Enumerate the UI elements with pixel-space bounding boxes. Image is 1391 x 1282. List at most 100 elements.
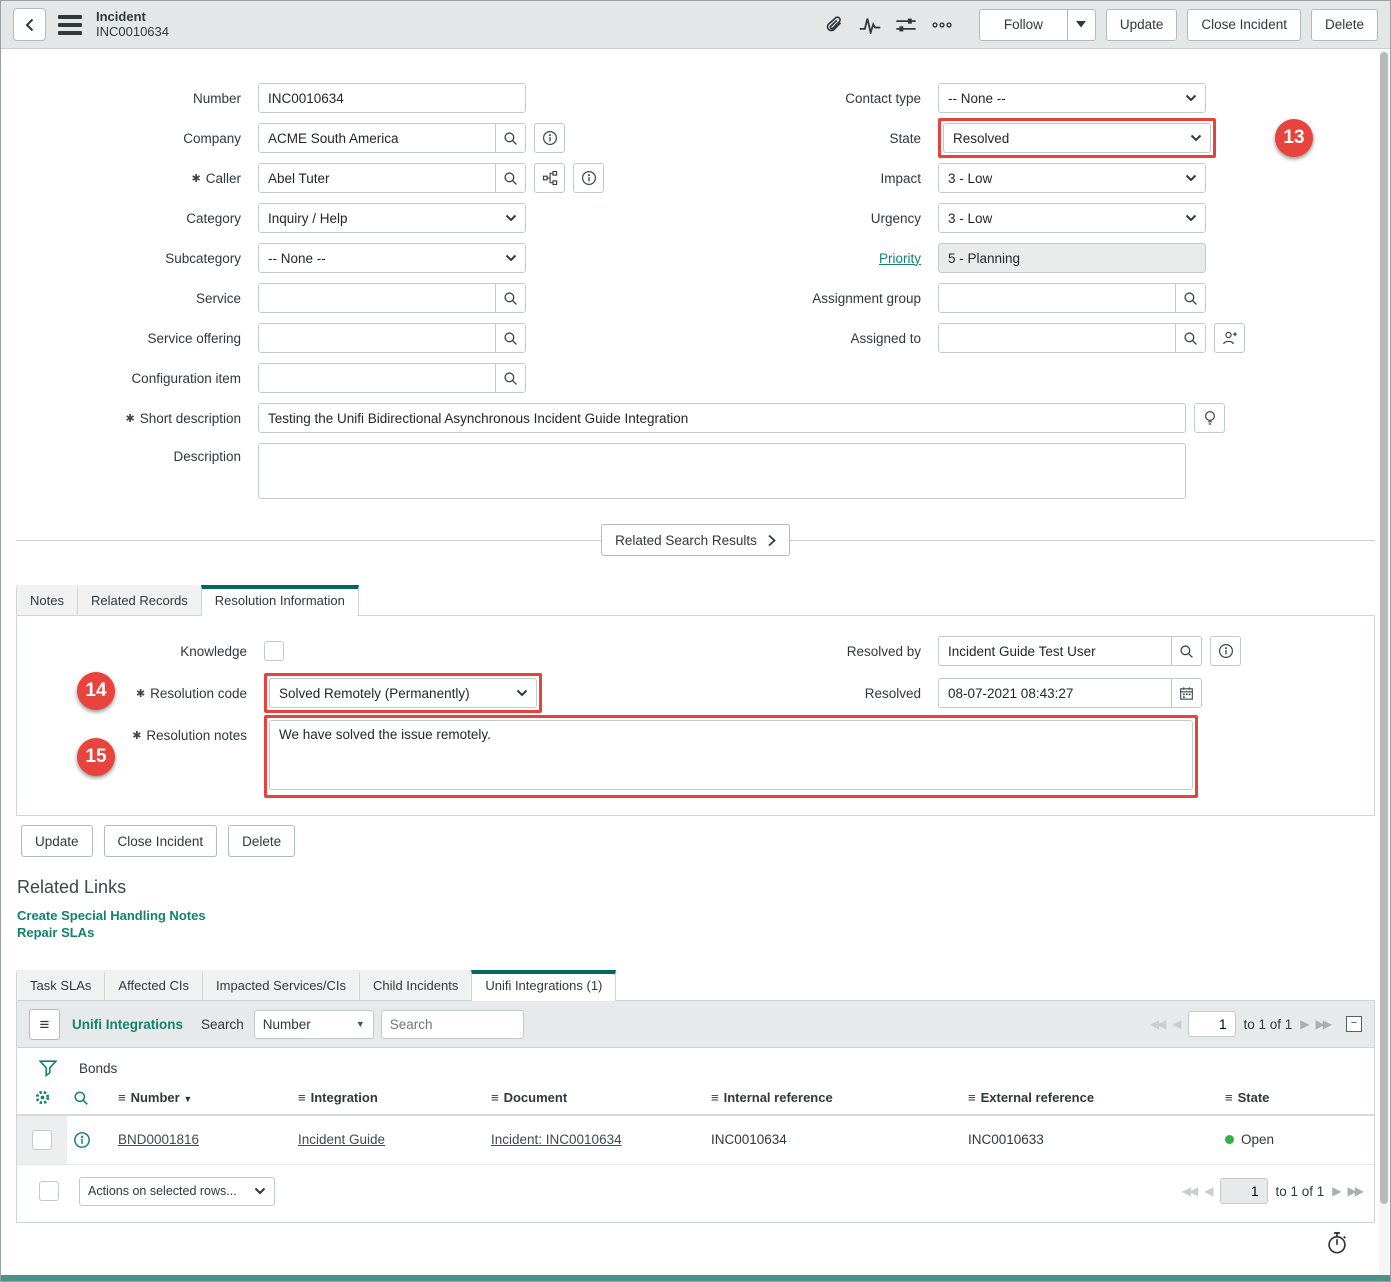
service-offering-field[interactable] [258,323,496,353]
column-menu-icon[interactable]: ≡ [118,1090,126,1105]
collapse-list-button[interactable]: − [1346,1016,1362,1032]
column-header-internal-reference[interactable]: ≡Internal reference [705,1081,962,1115]
last-page-button[interactable]: ▶▶ [1348,1184,1362,1198]
update-button-bottom[interactable]: Update [21,825,93,857]
subcategory-select[interactable]: -- None -- [258,243,526,273]
actions-on-selected-rows-select[interactable]: Actions on selected rows... [79,1177,275,1206]
caller-preview-button[interactable] [573,163,604,193]
column-menu-icon[interactable]: ≡ [491,1090,499,1105]
category-select[interactable]: Inquiry / Help [258,203,526,233]
tab-affected-cis[interactable]: Affected CIs [104,970,203,1000]
integration-link[interactable]: Incident Guide [298,1132,385,1147]
activity-stream-icon[interactable] [857,12,883,38]
short-description-field[interactable] [258,403,1186,433]
impact-select[interactable]: 3 - Low [938,163,1206,193]
company-preview-button[interactable] [534,123,565,153]
page-number-input[interactable] [1188,1011,1236,1037]
number-field[interactable] [258,83,526,113]
previous-page-button[interactable]: ◀ [1172,1017,1179,1031]
filter-icon[interactable] [39,1060,57,1077]
select-all-checkbox[interactable] [39,1181,59,1201]
first-page-button[interactable]: ◀◀ [1182,1184,1196,1198]
description-field[interactable] [258,443,1186,499]
resolved-by-lookup-button[interactable] [1171,636,1202,666]
list-context-menu-icon[interactable]: ≡ [29,1009,60,1040]
priority-label-link[interactable]: Priority [879,251,921,266]
resolution-notes-field[interactable] [269,720,1193,790]
column-header-number[interactable]: ≡Number ▼ [112,1081,292,1115]
attachment-icon[interactable] [821,12,847,38]
create-special-handling-notes-link[interactable]: Create Special Handling Notes [17,908,1390,923]
close-incident-button[interactable]: Close Incident [1187,9,1301,41]
bond-number-link[interactable]: BND0001816 [118,1132,199,1147]
personalize-form-icon[interactable] [893,12,919,38]
list-search-input[interactable] [381,1010,524,1039]
search-field-select[interactable]: Number ▼ [254,1010,374,1039]
tab-resolution-information[interactable]: Resolution Information [201,585,359,616]
caller-lookup-button[interactable] [495,163,526,193]
previous-page-button[interactable]: ◀ [1204,1184,1211,1198]
company-field[interactable] [258,123,496,153]
tab-child-incidents[interactable]: Child Incidents [359,970,472,1000]
follow-dropdown-button[interactable] [1068,9,1096,41]
first-page-button[interactable]: ◀◀ [1150,1017,1164,1031]
contact-type-select[interactable]: -- None -- [938,83,1206,113]
delete-button-bottom[interactable]: Delete [228,825,295,857]
tab-related-records[interactable]: Related Records [77,585,202,615]
configuration-item-lookup-button[interactable] [495,363,526,393]
follow-button[interactable]: Follow [979,9,1068,41]
response-time-icon[interactable] [1326,1231,1348,1255]
close-incident-button-bottom[interactable]: Close Incident [104,825,218,857]
next-page-button[interactable]: ▶ [1332,1184,1339,1198]
next-page-button[interactable]: ▶ [1300,1017,1307,1031]
tab-impacted-services[interactable]: Impacted Services/CIs [202,970,360,1000]
assign-to-me-button[interactable] [1214,323,1245,353]
service-field[interactable] [258,283,496,313]
assigned-to-field[interactable] [938,323,1176,353]
company-lookup-button[interactable] [495,123,526,153]
tab-task-slas[interactable]: Task SLAs [16,970,105,1000]
document-link[interactable]: Incident: INC0010634 [491,1132,622,1147]
knowledge-checkbox[interactable] [264,641,284,661]
state-select[interactable]: Resolved [943,123,1211,153]
urgency-select[interactable]: 3 - Low [938,203,1206,233]
configuration-item-field[interactable] [258,363,496,393]
assignment-group-lookup-button[interactable] [1175,283,1206,313]
list-settings-gear-icon[interactable] [34,1089,51,1106]
column-header-external-reference[interactable]: ≡External reference [962,1081,1219,1115]
resolution-code-select[interactable]: Solved Remotely (Permanently) [269,678,537,708]
resolved-by-field[interactable] [938,636,1172,666]
vertical-scrollbar[interactable] [1379,50,1389,1275]
column-menu-icon[interactable]: ≡ [968,1090,976,1105]
column-search-icon[interactable] [73,1090,89,1106]
caller-field[interactable] [258,163,496,193]
resolved-field[interactable] [938,678,1172,708]
row-select-checkbox[interactable] [32,1130,52,1150]
page-number-input[interactable] [1220,1178,1268,1204]
assigned-to-lookup-button[interactable] [1175,323,1206,353]
filter-breadcrumb[interactable]: Bonds [79,1061,117,1076]
form-context-menu-icon[interactable] [58,15,82,35]
column-header-state[interactable]: ≡State [1219,1081,1374,1115]
resolved-by-preview-button[interactable] [1210,636,1241,666]
column-header-document[interactable]: ≡Document [485,1081,705,1115]
service-offering-lookup-button[interactable] [495,323,526,353]
column-menu-icon[interactable]: ≡ [1225,1090,1233,1105]
related-search-results-button[interactable]: Related Search Results [601,524,790,556]
update-button[interactable]: Update [1106,9,1178,41]
delete-button[interactable]: Delete [1311,9,1378,41]
last-page-button[interactable]: ▶▶ [1316,1017,1330,1031]
caller-hierarchy-button[interactable] [534,163,565,193]
service-lookup-button[interactable] [495,283,526,313]
back-button[interactable] [13,8,46,41]
column-menu-icon[interactable]: ≡ [711,1090,719,1105]
tab-unifi-integrations[interactable]: Unifi Integrations (1) [471,970,616,1001]
column-menu-icon[interactable]: ≡ [298,1090,306,1105]
suggestion-button[interactable] [1194,403,1225,433]
assignment-group-field[interactable] [938,283,1176,313]
column-header-integration[interactable]: ≡Integration [292,1081,485,1115]
repair-slas-link[interactable]: Repair SLAs [17,925,1390,940]
more-options-icon[interactable] [929,12,955,38]
scrollbar-thumb[interactable] [1380,52,1388,1204]
tab-notes[interactable]: Notes [16,585,78,615]
